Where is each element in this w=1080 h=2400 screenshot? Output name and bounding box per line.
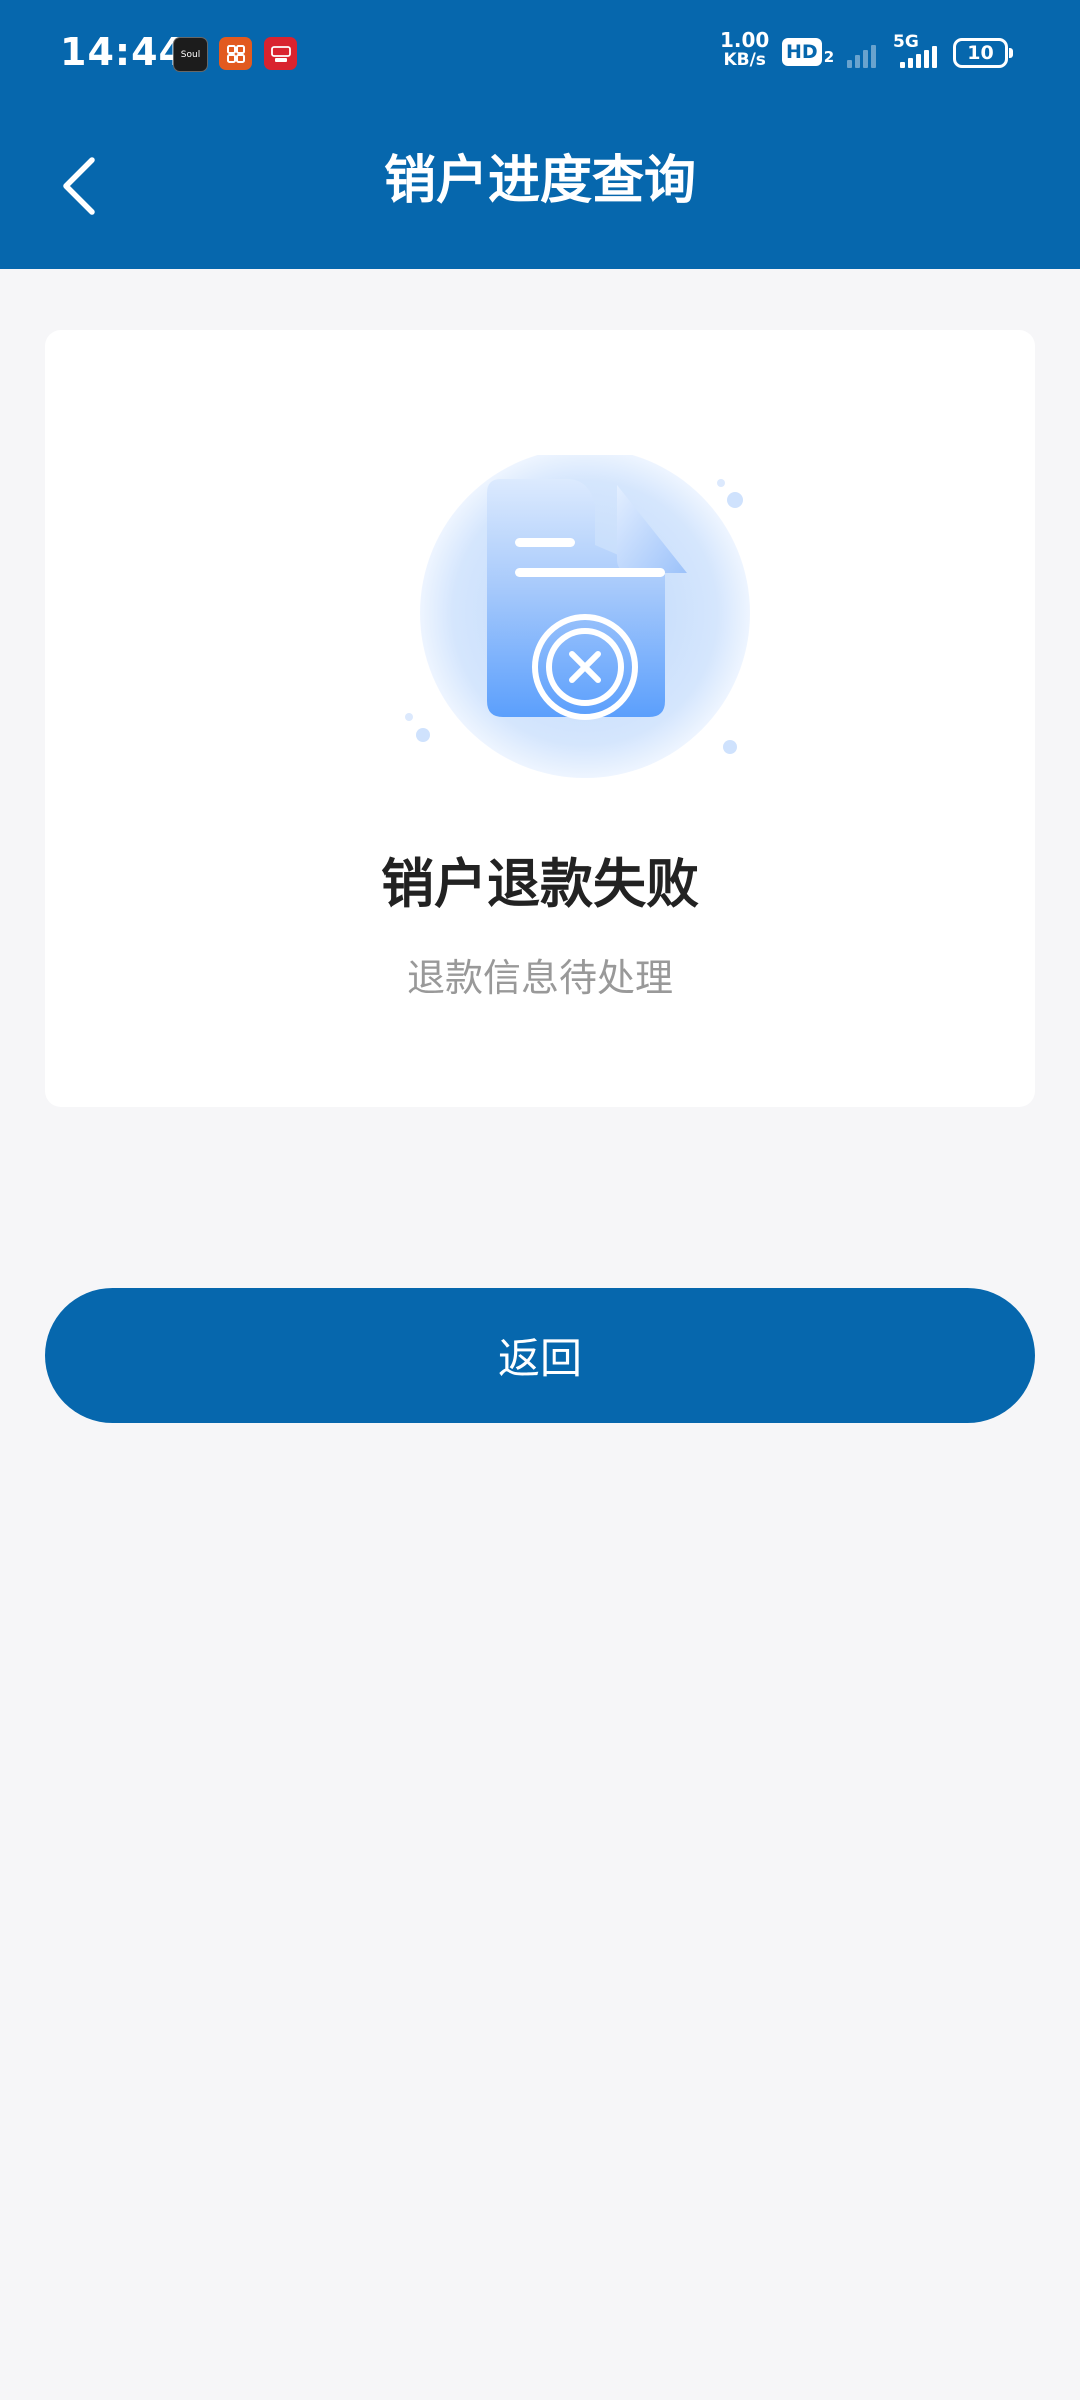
soul-app-label: Soul bbox=[180, 49, 201, 60]
battery-level: 10 bbox=[967, 42, 994, 64]
xiaohongshu-glyph-icon bbox=[226, 44, 245, 63]
result-subtitle: 退款信息待处理 bbox=[406, 956, 673, 1000]
return-button[interactable]: 返回 bbox=[45, 1288, 1035, 1423]
hd-sub-label: 2 bbox=[823, 48, 835, 66]
nav-bar: 销户进度查询 bbox=[0, 106, 1080, 269]
header: 14:44 Soul 1.00 KB/s HD 2 5G 10 销户进度查询 bbox=[0, 0, 1080, 269]
return-button-label: 返回 bbox=[497, 1334, 582, 1383]
hd-label: HD bbox=[782, 38, 822, 66]
battery-icon: 10 bbox=[953, 38, 1013, 68]
soul-app-icon: Soul bbox=[173, 37, 208, 72]
page-title: 销户进度查询 bbox=[383, 151, 696, 211]
xiaohongshu-app-icon bbox=[219, 37, 252, 70]
sim2-signal-icon bbox=[900, 44, 937, 68]
result-card: 销户退款失败 退款信息待处理 bbox=[45, 330, 1035, 1107]
tmall-glyph-icon bbox=[270, 45, 291, 62]
document-error-icon bbox=[395, 448, 765, 805]
tmall-app-icon bbox=[264, 37, 297, 70]
status-time: 14:44 bbox=[60, 30, 186, 74]
network-speed: 1.00 KB/s bbox=[720, 30, 769, 70]
network-speed-value: 1.00 bbox=[720, 28, 770, 52]
result-title: 销户退款失败 bbox=[381, 854, 699, 915]
network-speed-unit: KB/s bbox=[723, 50, 766, 70]
status-bar: 14:44 Soul 1.00 KB/s HD 2 5G 10 bbox=[0, 0, 1080, 106]
hd-voice-badge: HD 2 bbox=[782, 38, 834, 66]
sim1-signal-icon bbox=[847, 40, 876, 68]
